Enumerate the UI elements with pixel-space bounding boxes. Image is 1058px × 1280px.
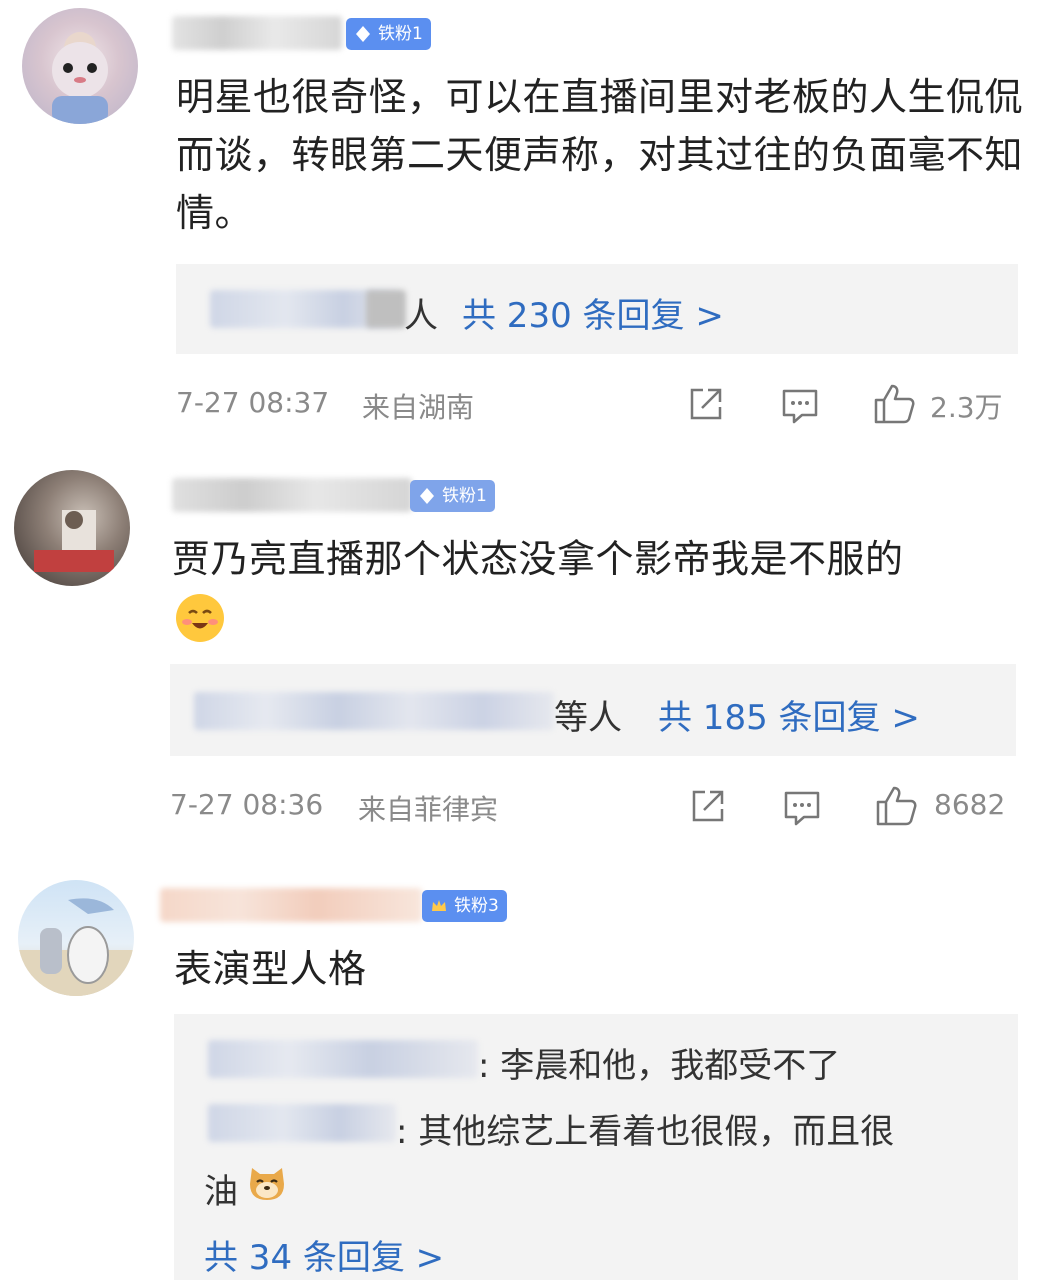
reply-user-blurred[interactable] [208, 1104, 396, 1142]
share-icon[interactable] [688, 786, 728, 826]
crown-icon [432, 900, 446, 911]
fan-badge[interactable]: 铁粉1 [410, 480, 495, 512]
fan-badge[interactable]: 铁粉3 [422, 890, 507, 922]
username-blurred[interactable] [172, 478, 412, 512]
dog-emoji-icon [250, 1168, 284, 1200]
like-count: 2.3万 [930, 391, 1003, 424]
reply-summary-tail: 人 [404, 296, 438, 336]
reply-text-continued: 油 [204, 1172, 238, 1212]
thumbs-up-icon[interactable] [872, 382, 916, 426]
user-avatar[interactable] [14, 470, 130, 586]
reply-summary-box[interactable]: 人 共 230 条回复 > [176, 264, 1018, 354]
comment-icon[interactable] [782, 788, 822, 828]
fan-badge[interactable]: 铁粉1 [346, 18, 431, 50]
comment-text: 表演型人格 [174, 947, 367, 991]
username-blurred[interactable] [160, 888, 422, 922]
thumbs-up-icon[interactable] [874, 784, 918, 828]
comment-text: 明星也很奇怪，可以在直播间里对老板的人生侃侃而谈，转眼第二天便声称，对其过往的负… [176, 75, 1024, 235]
share-icon[interactable] [686, 384, 726, 424]
reply-summary-box[interactable]: 等人 共 185 条回复 > [170, 664, 1016, 756]
comment-time: 7-27 08:37 [176, 386, 330, 419]
replies-box: : 李晨和他，我都受不了 : 其他综艺上看着也很假，而且很 油 共 34 条回复… [174, 1014, 1018, 1280]
username-blurred[interactable] [172, 16, 342, 50]
badge-label: 铁粉1 [442, 486, 487, 506]
reply-user-blurred[interactable] [208, 1040, 478, 1078]
reply-text: : 李晨和他，我都受不了 [478, 1046, 841, 1086]
badge-label: 铁粉3 [454, 896, 499, 916]
like-count: 8682 [934, 788, 1006, 821]
diamond-icon [356, 26, 370, 42]
comment-icon[interactable] [780, 386, 820, 426]
user-avatar[interactable] [18, 880, 134, 996]
badge-label: 铁粉1 [378, 24, 423, 44]
smile-emoji-icon [176, 594, 224, 642]
reply-summary-tail: 等人 [554, 698, 622, 738]
diamond-icon [420, 488, 434, 504]
reply-users-blurred [194, 692, 554, 730]
comment-location: 来自湖南 [362, 391, 475, 424]
reply-users-blurred [366, 290, 406, 328]
view-replies-link[interactable]: 共 230 条回复 > [462, 288, 724, 337]
comment-time: 7-27 08:36 [170, 788, 324, 821]
user-avatar[interactable] [22, 8, 138, 124]
reply-text: : 其他综艺上看着也很假，而且很 [396, 1112, 895, 1152]
comment-text: 贾乃亮直播那个状态没拿个影帝我是不服的 [172, 537, 904, 581]
view-replies-link[interactable]: 共 185 条回复 > [658, 690, 920, 739]
comment-location: 来自菲律宾 [358, 793, 499, 826]
view-replies-link[interactable]: 共 34 条回复 > [204, 1230, 444, 1279]
